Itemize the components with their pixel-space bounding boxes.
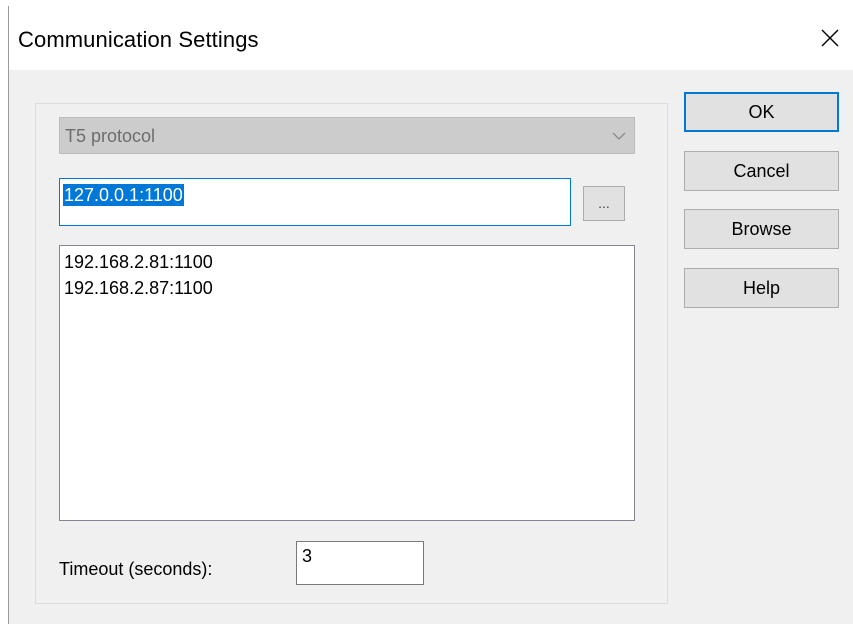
cancel-button[interactable]: Cancel: [684, 151, 839, 191]
timeout-field[interactable]: 3: [296, 541, 424, 585]
protocol-dropdown[interactable]: T5 protocol: [59, 117, 635, 154]
chevron-down-icon: [612, 132, 626, 140]
title-bar: Communication Settings: [9, 6, 853, 70]
address-input[interactable]: 127.0.0.1:1100: [59, 178, 571, 226]
timeout-field-value: 3: [302, 546, 313, 566]
address-list[interactable]: 192.168.2.81:1100 192.168.2.87:1100: [59, 245, 635, 521]
timeout-label: Timeout (seconds):: [59, 559, 213, 579]
close-icon: [821, 29, 839, 47]
dialog-title: Communication Settings: [18, 27, 259, 52]
communication-settings-dialog: Communication Settings T5 protocol 127.0…: [8, 6, 853, 624]
browse-address-button-label: ...: [598, 195, 610, 211]
list-item[interactable]: 192.168.2.81:1100: [64, 249, 213, 275]
address-input-value: 127.0.0.1:1100: [63, 184, 184, 206]
protocol-dropdown-value: T5 protocol: [65, 126, 156, 146]
ok-button[interactable]: OK: [684, 92, 839, 132]
browse-address-button[interactable]: ...: [583, 186, 625, 221]
help-button[interactable]: Help: [684, 268, 839, 308]
browse-button[interactable]: Browse: [684, 209, 839, 249]
close-button[interactable]: [808, 6, 853, 70]
list-item[interactable]: 192.168.2.87:1100: [64, 275, 213, 301]
